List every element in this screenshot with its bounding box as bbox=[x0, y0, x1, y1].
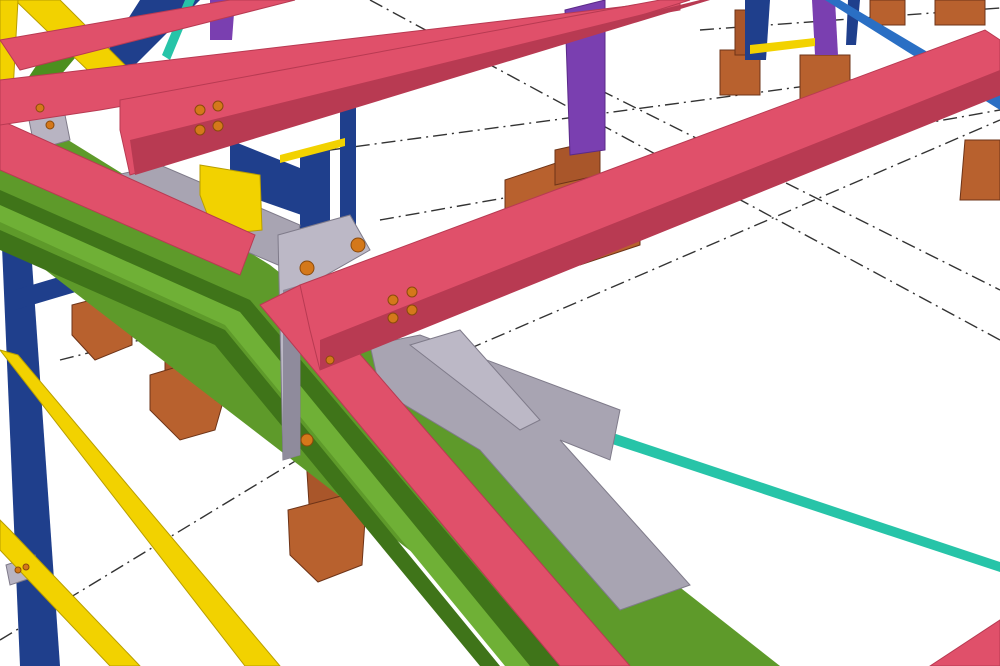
bolt bbox=[45, 120, 55, 130]
structure-scene bbox=[0, 0, 1000, 666]
rafter-web bbox=[320, 70, 1000, 370]
bolt bbox=[14, 566, 22, 574]
rafter bbox=[929, 619, 1000, 666]
bolt bbox=[387, 294, 399, 306]
bolt bbox=[350, 237, 366, 253]
bracing-rod bbox=[600, 430, 1000, 572]
bolt bbox=[299, 260, 315, 276]
bolt bbox=[300, 433, 314, 447]
model-viewport[interactable] bbox=[0, 0, 1000, 666]
bolt bbox=[194, 124, 206, 136]
bolt bbox=[325, 355, 335, 365]
bolt bbox=[22, 563, 30, 571]
bolt bbox=[212, 120, 224, 132]
column-secondary bbox=[812, 0, 838, 55]
bolt bbox=[387, 312, 399, 324]
bolt bbox=[194, 104, 206, 116]
footing bbox=[959, 139, 1000, 201]
bolt bbox=[212, 100, 224, 112]
column bbox=[340, 100, 356, 235]
bolt bbox=[406, 304, 418, 316]
bolt bbox=[406, 286, 418, 298]
bolt bbox=[35, 103, 45, 113]
footing bbox=[934, 0, 986, 26]
